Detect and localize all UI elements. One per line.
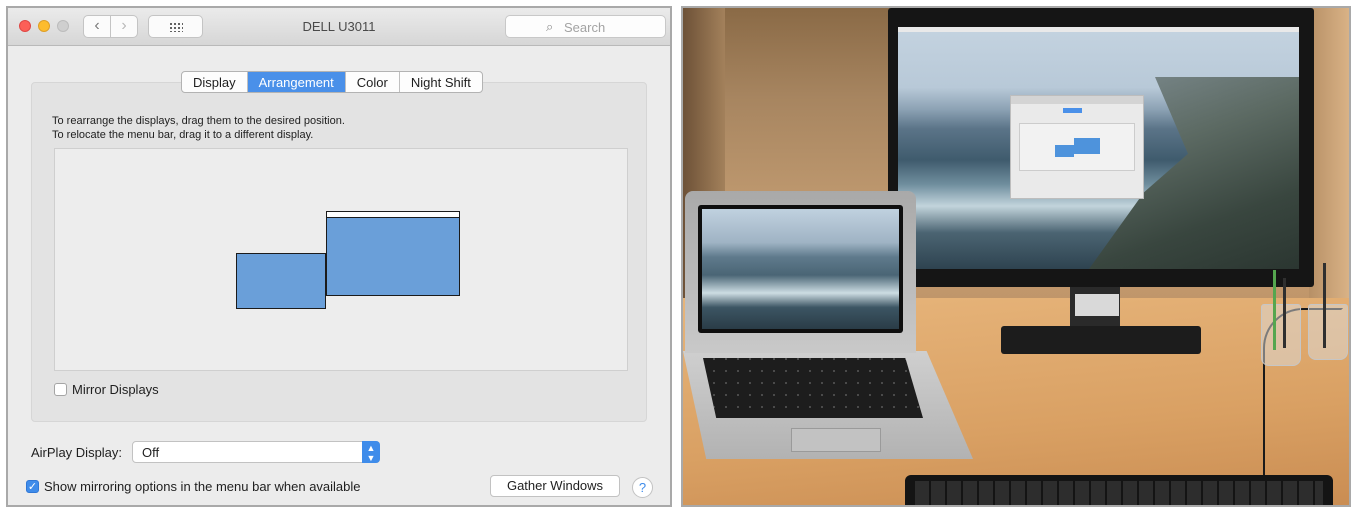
pen [1273, 270, 1276, 350]
mini-title-bar [1011, 96, 1143, 104]
external-monitor [888, 8, 1314, 287]
laptop-screen [698, 205, 903, 333]
instruction-menu-bar: To relocate the menu bar, drag it to a d… [52, 129, 314, 141]
gather-windows-button[interactable]: Gather Windows [490, 475, 620, 497]
mini-active-tab [1063, 108, 1082, 113]
desk-setup-photo [681, 6, 1351, 507]
airplay-selected-value: Off [142, 445, 160, 460]
tab-color[interactable]: Color [346, 72, 400, 92]
mirror-displays-label: Mirror Displays [72, 382, 159, 397]
airplay-display-label: AirPlay Display: [31, 445, 123, 460]
laptop-wallpaper [702, 209, 899, 329]
airplay-display-select[interactable]: Off ▲ ▼ [132, 441, 380, 463]
external-keyboard [905, 475, 1333, 505]
laptop [685, 191, 916, 353]
secondary-display[interactable] [236, 253, 326, 309]
scissors [1323, 263, 1326, 348]
help-button[interactable]: ? [632, 477, 653, 498]
mini-main-display [1074, 138, 1100, 154]
tab-night-shift[interactable]: Night Shift [400, 72, 482, 92]
laptop-keyboard [703, 358, 923, 418]
tab-arrangement[interactable]: Arrangement [247, 72, 346, 92]
laptop-trackpad [791, 428, 881, 452]
select-arrows-icon: ▲ ▼ [362, 441, 380, 463]
arrangement-area [54, 148, 628, 371]
mirror-displays-checkbox[interactable] [54, 383, 67, 396]
display-preferences-window: ‹ › DELL U3011 ⌕ Search Display Arrangem… [6, 6, 672, 507]
arrangement-instructions: To rearrange the displays, drag them to … [52, 114, 345, 142]
tab-bar: Display Arrangement Color Night Shift [181, 71, 483, 93]
show-mirroring-label: Show mirroring options in the menu bar w… [44, 479, 361, 494]
pen-cup [1261, 304, 1301, 366]
pen [1283, 278, 1286, 348]
search-field[interactable]: ⌕ Search [505, 15, 666, 38]
monitor-stand-mount [1075, 294, 1119, 316]
menu-bar-handle[interactable] [326, 211, 460, 218]
main-display[interactable] [326, 211, 460, 296]
search-icon: ⌕ [546, 19, 554, 34]
wall [1309, 8, 1349, 298]
tab-display[interactable]: Display [182, 72, 248, 92]
monitor-screen [898, 27, 1299, 269]
keyboard-keys [915, 481, 1323, 505]
instruction-rearrange: To rearrange the displays, drag them to … [52, 115, 345, 127]
search-placeholder: Search [564, 20, 606, 35]
pen-cup [1308, 304, 1348, 360]
mini-arrangement-area [1019, 123, 1135, 171]
menu-bar [898, 27, 1299, 32]
title-bar: ‹ › DELL U3011 ⌕ Search [8, 8, 670, 46]
monitor-base [1001, 326, 1201, 354]
mini-secondary-display [1055, 145, 1074, 157]
show-mirroring-checkbox[interactable]: ✓ [26, 480, 39, 493]
preferences-window-on-screen [1010, 95, 1144, 199]
checkmark-icon: ✓ [27, 481, 38, 493]
